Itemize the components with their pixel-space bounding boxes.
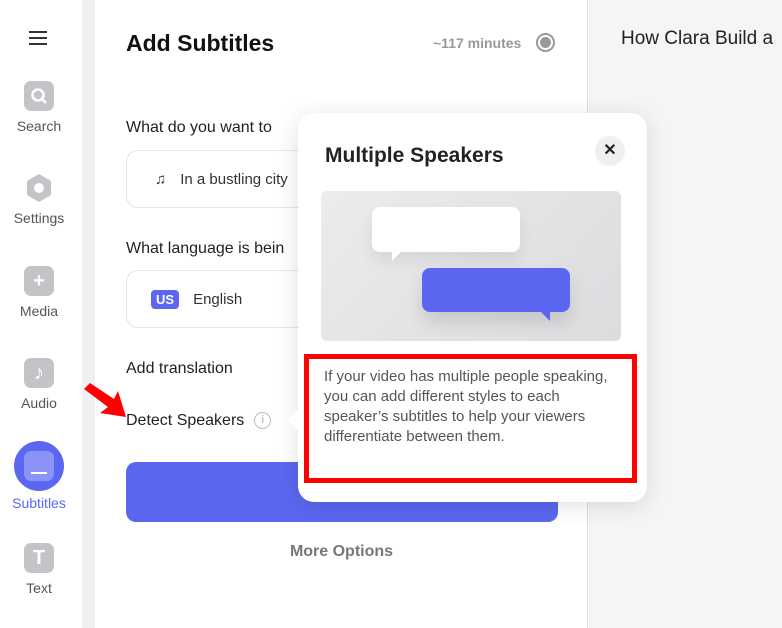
sidebar-item-subtitles[interactable]: Subtitles (0, 441, 78, 511)
red-arrow-annotation-icon (84, 383, 126, 417)
music-note-icon: ♫ (155, 170, 167, 188)
music-icon: ♪ (24, 358, 54, 388)
sidebar: Search Settings + Media ♪ Audio Subtitle… (0, 0, 82, 628)
sidebar-item-label: Text (26, 580, 52, 596)
text-icon: T (24, 543, 54, 573)
hamburger-menu-icon[interactable] (29, 31, 47, 49)
video-title: How Clara Build a (621, 28, 774, 49)
detect-speakers-label: Detect Speakers (126, 412, 245, 429)
sidebar-item-label: Settings (13, 210, 65, 226)
subtitles-icon (24, 451, 54, 481)
source-value: In a bustling city (180, 170, 288, 188)
sidebar-item-search[interactable]: Search (0, 81, 78, 134)
language-question: What language is bein (126, 240, 285, 257)
detect-speakers-row: Detect Speakers i (126, 412, 272, 430)
add-translation-label[interactable]: Add translation (126, 360, 233, 378)
sidebar-item-audio[interactable]: ♪ Audio (0, 358, 78, 411)
multiple-speakers-popover: Multiple Speakers ✕ If your video has mu… (287, 113, 647, 502)
sidebar-item-label: Subtitles (12, 495, 66, 511)
language-value: English (193, 290, 243, 308)
close-icon[interactable]: ✕ (595, 136, 625, 166)
page-title: Add Subtitles (126, 30, 275, 56)
clock-icon (536, 33, 555, 52)
source-question: What do you want to (126, 119, 272, 136)
sidebar-item-label: Search (16, 118, 62, 134)
info-icon[interactable]: i (254, 412, 272, 430)
scrollbar[interactable] (82, 0, 95, 628)
search-icon (24, 81, 54, 111)
plus-icon: + (24, 266, 54, 296)
us-flag-badge: US (151, 289, 180, 309)
popover-title: Multiple Speakers (325, 144, 504, 167)
duration-label: ~117 minutes (433, 35, 522, 51)
sidebar-item-settings[interactable]: Settings (0, 173, 78, 226)
popover-description: If your video has multiple people speaki… (324, 368, 608, 445)
settings-icon (24, 173, 54, 203)
sidebar-item-media[interactable]: + Media (0, 266, 78, 319)
speech-bubbles-illustration (321, 191, 621, 341)
sidebar-item-label: Media (19, 303, 59, 319)
sidebar-item-text[interactable]: T Text (0, 543, 78, 596)
sidebar-item-label: Audio (21, 395, 57, 411)
more-options-button[interactable]: More Options (95, 543, 588, 561)
